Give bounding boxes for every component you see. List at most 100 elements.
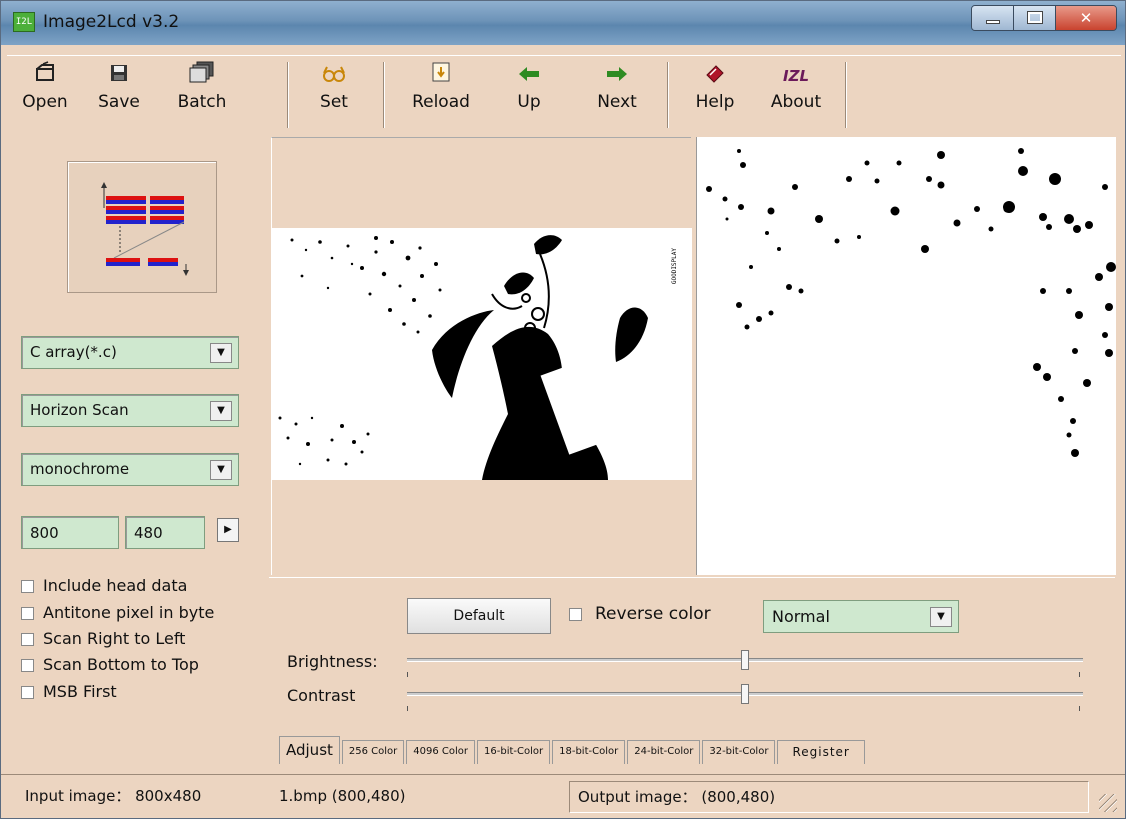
toolbar-separator — [383, 62, 385, 128]
output-type-select[interactable]: C array(*.c) ▼ — [21, 336, 239, 369]
save-icon — [87, 60, 151, 92]
default-button[interactable]: Default — [407, 598, 551, 634]
height-input[interactable]: 480 — [125, 516, 205, 549]
batch-button[interactable]: Batch — [161, 60, 243, 128]
watermark-text: GOODISPLAY — [671, 248, 678, 285]
reload-icon — [403, 60, 479, 92]
status-bar: Input image： 800x480 1.bmp (800,480) Out… — [1, 774, 1125, 818]
toolbar-separator — [667, 62, 669, 128]
mode-select[interactable]: Normal ▼ — [763, 600, 959, 633]
checkbox-box[interactable] — [569, 608, 582, 621]
width-value: 800 — [30, 524, 59, 542]
help-icon — [687, 60, 743, 92]
about-icon: IZL — [782, 67, 809, 85]
about-button[interactable]: IZL About — [763, 60, 829, 128]
play-arrow-icon: ▶ — [224, 524, 232, 535]
tab-16-bit-color[interactable]: 16-bit-Color — [477, 740, 551, 764]
tab-32-bit-color[interactable]: 32-bit-Color — [702, 740, 776, 764]
minimize-icon — [986, 20, 1000, 24]
close-icon: ✕ — [1079, 9, 1093, 27]
tab-adjust[interactable]: Adjust — [279, 736, 340, 764]
open-label: Open — [22, 92, 68, 112]
apply-size-button[interactable]: ▶ — [217, 518, 239, 542]
set-button[interactable]: Set — [303, 60, 365, 128]
scan-mode-select[interactable]: Horizon Scan ▼ — [21, 394, 239, 427]
slider-tick — [407, 672, 408, 677]
maximize-icon — [1027, 11, 1043, 24]
toolbar-separator — [287, 62, 289, 128]
reverse-color-label: Reverse color — [595, 604, 711, 624]
color-depth-select[interactable]: monochrome ▼ — [21, 453, 239, 486]
minimize-button[interactable] — [972, 6, 1014, 30]
checkbox-label: MSB First — [43, 682, 117, 701]
window-title: Image2Lcd v3.2 — [43, 12, 180, 32]
brightness-label: Brightness: — [287, 652, 378, 671]
next-label: Next — [597, 92, 637, 112]
contrast-label: Contrast — [287, 686, 356, 705]
next-button[interactable]: Next — [585, 60, 649, 128]
help-label: Help — [695, 92, 735, 112]
checkbox-label: Scan Bottom to Top — [43, 655, 199, 674]
slider-tick — [1079, 706, 1080, 711]
resize-grip-icon[interactable] — [1099, 794, 1117, 812]
status-file: 1.bmp (800,480) — [279, 787, 406, 805]
checkbox-box[interactable] — [21, 607, 34, 620]
tab-register[interactable]: Register — [777, 740, 865, 764]
brightness-slider-thumb[interactable] — [741, 650, 749, 670]
up-arrow-icon — [501, 60, 557, 92]
chevron-down-icon[interactable]: ▼ — [210, 460, 232, 480]
save-label: Save — [98, 92, 140, 112]
slider-tick — [1079, 672, 1080, 677]
title-bar[interactable]: I2L Image2Lcd v3.2 ✕ — [1, 1, 1125, 45]
slider-tick — [407, 706, 408, 711]
up-label: Up — [517, 92, 541, 112]
toolbar-separator — [845, 62, 847, 128]
up-button[interactable]: Up — [501, 60, 557, 128]
tab-256-color[interactable]: 256 Color — [341, 740, 405, 764]
set-label: Set — [320, 92, 348, 112]
chevron-down-icon[interactable]: ▼ — [210, 343, 232, 363]
checkbox-box[interactable] — [21, 659, 34, 672]
contrast-slider-thumb[interactable] — [741, 684, 749, 704]
help-button[interactable]: Help — [687, 60, 743, 128]
output-preview-pane — [696, 137, 1116, 575]
set-icon — [303, 60, 365, 92]
tab-4096-color[interactable]: 4096 Color — [406, 740, 476, 764]
checkbox-box[interactable] — [21, 580, 34, 593]
tab-18-bit-color[interactable]: 18-bit-Color — [552, 740, 626, 764]
settings-panel: C array(*.c) ▼ Horizon Scan ▼ monochrome… — [15, 137, 267, 769]
input-preview-pane: GOODISPLAY — [271, 137, 692, 575]
input-image: GOODISPLAY — [272, 228, 692, 480]
scan-mode-value: Horizon Scan — [30, 401, 129, 419]
scan-mode-diagram — [67, 161, 217, 293]
reload-button[interactable]: Reload — [403, 60, 479, 128]
checkbox-box[interactable] — [21, 633, 34, 646]
tab-bar: Adjust 256 Color 4096 Color 16-bit-Color… — [279, 736, 867, 764]
chevron-down-icon[interactable]: ▼ — [930, 607, 952, 627]
close-button[interactable]: ✕ — [1056, 6, 1116, 30]
next-arrow-icon — [585, 60, 649, 92]
open-icon — [13, 60, 77, 92]
adjust-panel: Default Reverse color Normal ▼ Brightnes… — [269, 577, 1115, 767]
checkbox-label: Scan Right to Left — [43, 629, 186, 648]
mode-value: Normal — [772, 607, 830, 626]
save-button[interactable]: Save — [87, 60, 151, 128]
chevron-down-icon[interactable]: ▼ — [210, 401, 232, 421]
window-controls: ✕ — [971, 5, 1117, 31]
maximize-button[interactable] — [1014, 6, 1056, 30]
about-label: About — [770, 92, 822, 112]
tab-24-bit-color[interactable]: 24-bit-Color — [627, 740, 701, 764]
reload-label: Reload — [412, 92, 470, 112]
height-value: 480 — [134, 524, 163, 542]
status-output-image: Output image： (800,480) — [569, 781, 1089, 813]
width-input[interactable]: 800 — [21, 516, 119, 549]
app-icon: I2L — [13, 12, 35, 32]
toolbar: Open Save Batch Set Reload Up Next Help … — [7, 55, 1121, 133]
checkbox-label: Include head data — [43, 576, 188, 595]
checkbox-box[interactable] — [21, 686, 34, 699]
color-depth-value: monochrome — [30, 460, 130, 478]
open-button[interactable]: Open — [13, 60, 77, 128]
main-window: I2L Image2Lcd v3.2 ✕ Open Save Batch Set… — [0, 0, 1126, 819]
batch-icon — [161, 60, 243, 92]
checkbox-label: Antitone pixel in byte — [43, 603, 215, 622]
